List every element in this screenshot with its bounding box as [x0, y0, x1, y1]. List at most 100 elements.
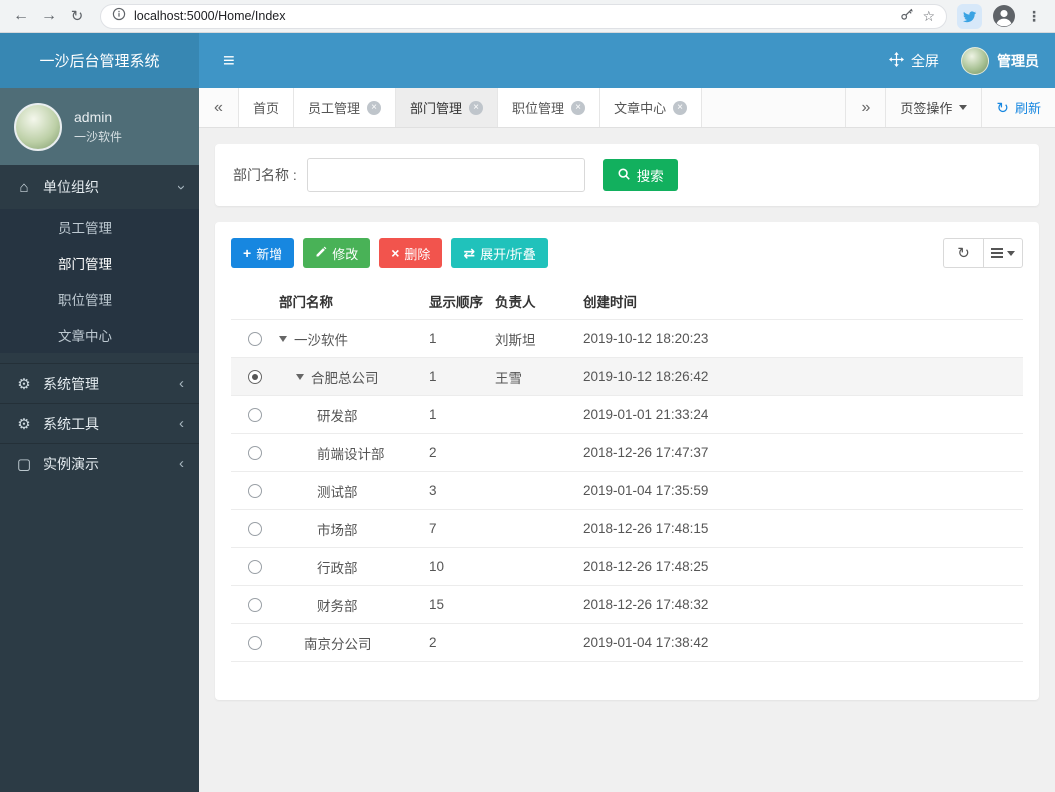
sidebar-item-positions[interactable]: 职位管理: [0, 281, 199, 317]
sidebar-item-label: 部门管理: [58, 257, 112, 272]
sidebar-item-departments[interactable]: 部门管理: [0, 245, 199, 281]
table-row[interactable]: 行政部 10 2018-12-26 17:48:25: [231, 548, 1023, 586]
extension-icon[interactable]: [957, 3, 982, 29]
table-row[interactable]: 前端设计部 2 2018-12-26 17:47:37: [231, 434, 1023, 472]
tabs-scroll-left-button[interactable]: «: [199, 88, 239, 127]
tab-home[interactable]: 首页: [239, 88, 295, 127]
row-radio[interactable]: [248, 597, 262, 612]
fullscreen-button[interactable]: 全屏: [889, 51, 939, 71]
add-button[interactable]: + 新增: [231, 238, 295, 268]
table-row[interactable]: 市场部 7 2018-12-26 17:48:15: [231, 510, 1023, 548]
add-button-label: 新增: [256, 246, 283, 262]
bookmark-star-icon[interactable]: ☆: [922, 8, 935, 25]
row-radio[interactable]: [248, 635, 262, 650]
column-toggle-button[interactable]: [983, 238, 1023, 268]
tab-departments[interactable]: 部门管理 ×: [396, 88, 499, 127]
sidebar-item-unit-org[interactable]: ⌂ 单位组织 ›: [0, 165, 199, 209]
tab-close-icon[interactable]: ×: [367, 100, 382, 115]
chevron-left-icon: ‹: [179, 415, 184, 432]
dept-owner: 王雪: [495, 370, 522, 386]
browser-menu-icon[interactable]: ⋮: [1021, 3, 1047, 29]
user-avatar[interactable]: [961, 46, 989, 75]
sidebar-item-articles[interactable]: 文章中心: [0, 317, 199, 353]
sidebar-toggle-icon[interactable]: ≡: [223, 51, 235, 71]
edit-button[interactable]: 修改: [303, 238, 371, 268]
tab-operations-dropdown[interactable]: 页签操作: [885, 88, 981, 127]
row-radio[interactable]: [248, 331, 262, 346]
dept-order: 10: [429, 559, 445, 574]
page-info-icon[interactable]: [112, 7, 126, 26]
url-text[interactable]: localhost:5000/Home/Index: [134, 9, 285, 23]
table-row[interactable]: 合肥总公司 1 王雪 2019-10-12 18:26:42: [231, 358, 1023, 396]
tab-close-icon[interactable]: ×: [673, 100, 688, 115]
dept-order: 2: [429, 445, 437, 460]
tab-refresh-label: 刷新: [1014, 101, 1041, 116]
table-header-row: 部门名称 显示顺序 负责人 创建时间: [231, 282, 1023, 320]
browser-forward-button[interactable]: →: [36, 3, 62, 29]
sidebar-item-label: 单位组织: [43, 179, 99, 195]
dept-created: 2018-12-26 17:48:15: [583, 521, 709, 536]
tab-employees[interactable]: 员工管理 ×: [294, 88, 397, 127]
search-button-label: 搜索: [636, 169, 664, 184]
tab-label: 部门管理: [410, 101, 463, 116]
table-row[interactable]: 南京分公司 2 2019-01-04 17:38:42: [231, 624, 1023, 662]
table-refresh-button[interactable]: ↻: [943, 238, 983, 268]
table-row[interactable]: 研发部 1 2019-01-01 21:33:24: [231, 396, 1023, 434]
row-radio[interactable]: [248, 559, 262, 574]
demo-icon: ▢: [16, 455, 32, 473]
search-panel: 部门名称 : 搜索: [215, 144, 1039, 206]
sidebar: admin 一沙软件 ⌂ 单位组织 › 员工管理 部门管理 职位管理 文章中心 …: [0, 88, 199, 792]
dept-name-input[interactable]: [306, 158, 585, 192]
tab-close-icon[interactable]: ×: [469, 100, 484, 115]
browser-profile-avatar[interactable]: [992, 5, 1015, 28]
tab-articles[interactable]: 文章中心 ×: [600, 88, 703, 127]
refresh-icon: ↻: [996, 99, 1009, 117]
dept-name: 研发部: [317, 408, 358, 424]
caret-down-icon: [1007, 250, 1015, 256]
table-row[interactable]: 测试部 3 2019-01-04 17:35:59: [231, 472, 1023, 510]
sidebar-item-label: 实例演示: [43, 455, 99, 472]
browser-reload-button[interactable]: ↻: [64, 3, 90, 29]
tab-label: 首页: [253, 101, 280, 116]
user-name[interactable]: 管理员: [997, 51, 1039, 71]
home-icon: ⌂: [19, 178, 29, 196]
tab-label: 员工管理: [308, 101, 361, 116]
app-brand[interactable]: 一沙后台管理系统: [0, 33, 199, 88]
tree-collapse-icon[interactable]: [279, 335, 287, 342]
row-radio[interactable]: [248, 483, 262, 498]
sidebar-submenu: 员工管理 部门管理 职位管理 文章中心: [0, 209, 199, 353]
department-panel: + 新增 修改 × 删除 ⇄ 展开/折叠 ↻ 部门名称 显示顺序 负责人 创建时…: [215, 222, 1039, 700]
dept-name: 前端设计部: [317, 446, 385, 462]
tree-collapse-icon[interactable]: [296, 373, 304, 380]
browser-back-button[interactable]: ←: [8, 3, 34, 29]
tab-positions[interactable]: 职位管理 ×: [498, 88, 601, 127]
delete-button[interactable]: × 删除: [379, 238, 443, 268]
table-row[interactable]: 一沙软件 1 刘斯坦 2019-10-12 18:20:23: [231, 320, 1023, 358]
chevron-left-icon: ‹: [179, 375, 184, 392]
address-bar[interactable]: localhost:5000/Home/Index ☆: [100, 3, 947, 29]
table-tools-group: ↻: [943, 238, 1023, 268]
sidebar-item-demos[interactable]: ▢ 实例演示 ‹: [0, 443, 199, 483]
tabbar-spacer: [702, 88, 845, 127]
table-row[interactable]: 财务部 15 2018-12-26 17:48:32: [231, 586, 1023, 624]
password-key-icon[interactable]: [900, 7, 914, 26]
expand-collapse-button[interactable]: ⇄ 展开/折叠: [451, 238, 548, 268]
content-area: 部门名称 : 搜索 + 新增 修改 × 删除 ⇄ 展开/折叠 ↻ 部门名称 显示…: [199, 128, 1055, 792]
sidebar-item-label: 员工管理: [58, 221, 112, 236]
dept-order: 15: [429, 597, 445, 612]
sidebar-item-label: 职位管理: [58, 293, 112, 308]
dept-order: 2: [429, 635, 437, 650]
tab-close-icon[interactable]: ×: [571, 100, 586, 115]
tabs-scroll-right-button[interactable]: »: [845, 88, 885, 127]
sidebar-item-system-mgmt[interactable]: ⚙ 系统管理 ‹: [0, 363, 199, 403]
tab-refresh-button[interactable]: ↻ 刷新: [981, 88, 1055, 127]
row-radio[interactable]: [248, 369, 262, 384]
row-radio[interactable]: [248, 521, 262, 536]
sidebar-item-employees[interactable]: 员工管理: [0, 209, 199, 245]
row-radio[interactable]: [248, 407, 262, 422]
dept-created: 2019-10-12 18:20:23: [583, 331, 709, 346]
sidebar-user-org: 一沙软件: [74, 129, 123, 144]
row-radio[interactable]: [248, 445, 262, 460]
sidebar-item-system-tools[interactable]: ⚙ 系统工具 ‹: [0, 403, 199, 443]
search-button[interactable]: 搜索: [602, 159, 678, 191]
